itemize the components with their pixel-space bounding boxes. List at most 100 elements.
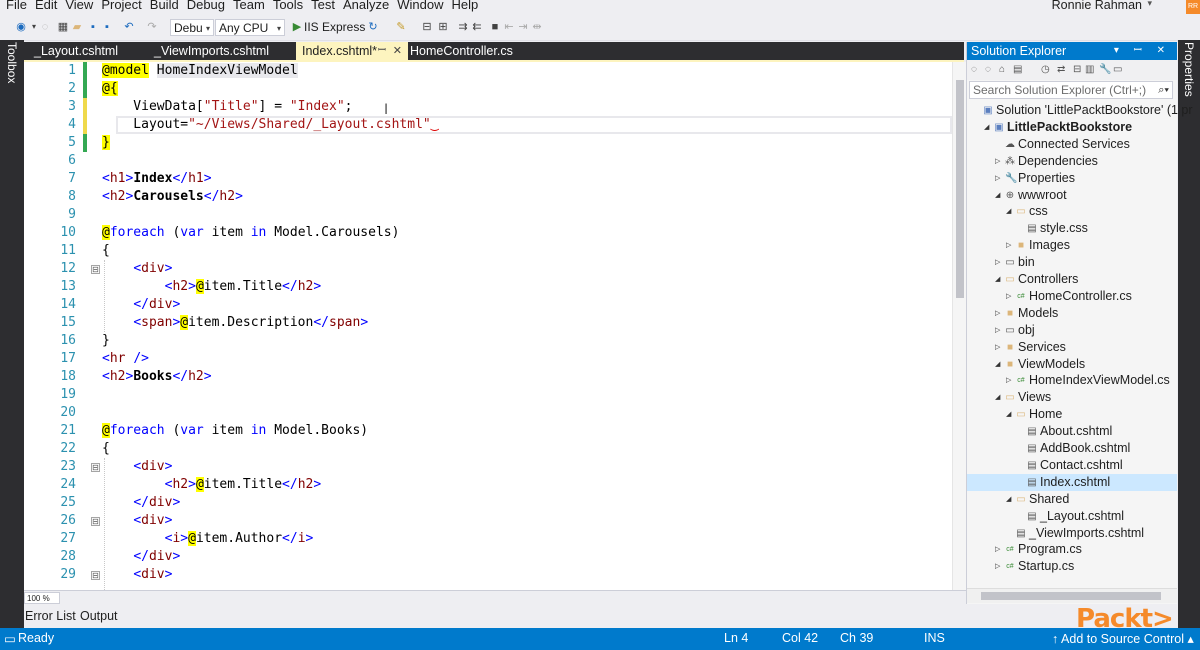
- tab-error-list[interactable]: Error List: [25, 609, 76, 623]
- properties-icon[interactable]: 🔧: [1099, 64, 1111, 75]
- tree-item[interactable]: ▷ ■ Images: [967, 237, 1177, 254]
- tree-item[interactable]: ▷ c# Program.cs: [967, 541, 1177, 558]
- expand-icon[interactable]: ▷: [995, 305, 1000, 322]
- expand-icon[interactable]: ▷: [995, 541, 1000, 558]
- tree-item[interactable]: ◢ ■ ViewModels: [967, 356, 1177, 373]
- code-line[interactable]: <div>: [102, 512, 172, 530]
- new-project-icon[interactable]: ▦: [56, 20, 70, 34]
- code-line[interactable]: </div>: [102, 548, 180, 566]
- code-line[interactable]: {: [102, 440, 110, 458]
- tree-item[interactable]: ▷ 🔧 Properties: [967, 170, 1177, 187]
- undo-icon[interactable]: ↶: [122, 20, 136, 34]
- user-name[interactable]: Ronnie Rahman: [1052, 0, 1142, 12]
- tree-item[interactable]: ▷ c# HomeController.cs: [967, 288, 1177, 305]
- properties-tab[interactable]: Properties: [1179, 42, 1199, 97]
- prev-bookmark-icon[interactable]: ⇤: [502, 20, 516, 34]
- collapse-icon[interactable]: ◢: [984, 119, 989, 136]
- toolbox-tab[interactable]: Toolbox: [2, 42, 22, 102]
- menu-view[interactable]: View: [61, 0, 97, 12]
- collapse-icon[interactable]: ◢: [995, 356, 1000, 373]
- menu-help[interactable]: Help: [448, 0, 483, 12]
- tree-item[interactable]: ◢ ▭ Controllers: [967, 271, 1177, 288]
- tree-item[interactable]: ▷ c# HomeIndexViewModel.cs: [967, 372, 1177, 389]
- tree-item[interactable]: ▷ c# Startup.cs: [967, 558, 1177, 575]
- solution-explorer-title[interactable]: Solution Explorer ▾ ꟷ ✕: [967, 42, 1177, 60]
- fold-icon[interactable]: ⊟: [91, 463, 100, 472]
- open-folder-icon[interactable]: ▰: [70, 20, 84, 34]
- collapse-icon[interactable]: ◢: [1006, 203, 1011, 220]
- expand-icon[interactable]: ▷: [995, 558, 1000, 575]
- home-icon[interactable]: ⌂: [999, 64, 1005, 75]
- switch-view-icon[interactable]: ▤: [1013, 64, 1022, 75]
- tree-item[interactable]: ▤ Index.cshtml: [967, 473, 1177, 491]
- scrollbar-thumb[interactable]: [981, 592, 1161, 600]
- outdent-icon[interactable]: ⇇: [470, 20, 484, 34]
- code-line[interactable]: {: [102, 242, 110, 260]
- refresh-icon[interactable]: ↻: [366, 20, 380, 34]
- tab-viewimports[interactable]: _ViewImports.cshtml: [148, 42, 293, 60]
- clear-bookmarks-icon[interactable]: ⇹: [530, 20, 544, 34]
- expand-icon[interactable]: ▷: [1006, 288, 1011, 305]
- tree-item[interactable]: ◢ ▣ LittlePacktBookstore: [967, 119, 1177, 136]
- toolbox-strip[interactable]: [0, 40, 24, 628]
- browser-link-icon[interactable]: ✎: [394, 20, 408, 34]
- sync-icon[interactable]: ⇄: [1057, 64, 1065, 75]
- show-files-icon[interactable]: ▥: [1085, 64, 1094, 75]
- history-icon[interactable]: ◷: [1041, 64, 1050, 75]
- tab-output[interactable]: Output: [80, 609, 118, 623]
- collapse-icon[interactable]: ◢: [1006, 406, 1011, 423]
- back-icon[interactable]: ◉: [14, 20, 28, 34]
- next-bookmark-icon[interactable]: ⇥: [516, 20, 530, 34]
- menu-project[interactable]: Project: [97, 0, 145, 12]
- tree-item[interactable]: ◢ ▭ Home: [967, 406, 1177, 423]
- tree-item[interactable]: ▷ ⁂ Dependencies: [967, 153, 1177, 170]
- tree-item[interactable]: ▤ _ViewImports.cshtml: [967, 525, 1177, 542]
- code-line[interactable]: }: [102, 134, 110, 152]
- code-line[interactable]: <hr />: [102, 350, 149, 368]
- configuration-select[interactable]: Debu ▾: [170, 19, 214, 36]
- menu-build[interactable]: Build: [146, 0, 183, 12]
- menu-test[interactable]: Test: [307, 0, 339, 12]
- code-line[interactable]: }: [102, 332, 110, 350]
- play-icon[interactable]: ▶: [290, 20, 304, 34]
- tree-item[interactable]: ◢ ▭ Shared: [967, 491, 1177, 508]
- expand-icon[interactable]: ▷: [1006, 372, 1011, 389]
- tree-item[interactable]: ▷ ▭ bin: [967, 254, 1177, 271]
- forward-icon[interactable]: ◌: [985, 64, 991, 75]
- menu-edit[interactable]: Edit: [31, 0, 61, 12]
- tree-item[interactable]: ▤ AddBook.cshtml: [967, 440, 1177, 457]
- collapse-icon[interactable]: ◢: [1006, 491, 1011, 508]
- editor-scrollbar[interactable]: [952, 62, 966, 590]
- bookmark-icon[interactable]: ■: [488, 20, 502, 34]
- menu-tools[interactable]: Tools: [269, 0, 307, 12]
- tree-item[interactable]: ◢ ▭ Views: [967, 389, 1177, 406]
- code-line[interactable]: <span>@item.Description</span>: [102, 314, 368, 332]
- fold-icon[interactable]: ⊟: [91, 571, 100, 580]
- expand-icon[interactable]: ▷: [995, 322, 1000, 339]
- preview-icon[interactable]: ▭: [1113, 64, 1122, 75]
- menu-analyze[interactable]: Analyze: [339, 0, 393, 12]
- avatar[interactable]: RR: [1186, 0, 1200, 14]
- menu-team[interactable]: Team: [229, 0, 269, 12]
- fold-icon[interactable]: ⊟: [91, 265, 100, 274]
- collapse-icon[interactable]: ⊟: [1073, 64, 1081, 75]
- tree-item[interactable]: ▤ _Layout.cshtml: [967, 508, 1177, 525]
- code-line[interactable]: <div>: [102, 566, 172, 584]
- code-line[interactable]: @foreach (var item in Model.Carousels): [102, 224, 399, 242]
- platform-select[interactable]: Any CPU ▾: [215, 19, 285, 36]
- zoom-select[interactable]: 100 %: [24, 592, 60, 604]
- tree-item[interactable]: ▤ Contact.cshtml: [967, 457, 1177, 474]
- code-line[interactable]: Layout="~/Views/Shared/_Layout.cshtml"‿: [102, 116, 438, 134]
- menu-debug[interactable]: Debug: [183, 0, 229, 12]
- tree-item[interactable]: ◢ ⊕ wwwroot: [967, 187, 1177, 204]
- expand-icon[interactable]: ▷: [1006, 237, 1011, 254]
- collapse-icon[interactable]: ◢: [995, 389, 1000, 406]
- code-line[interactable]: @model HomeIndexViewModel: [102, 62, 298, 80]
- step-icon[interactable]: ⊟: [420, 20, 434, 34]
- solution-h-scrollbar[interactable]: [967, 588, 1177, 603]
- forward-icon[interactable]: ◌: [38, 20, 52, 34]
- indent-icon[interactable]: ⇉: [456, 20, 470, 34]
- collapse-icon[interactable]: ◢: [995, 187, 1000, 204]
- save-icon[interactable]: ▪: [86, 20, 100, 34]
- tree-item[interactable]: ▷ ■ Services: [967, 339, 1177, 356]
